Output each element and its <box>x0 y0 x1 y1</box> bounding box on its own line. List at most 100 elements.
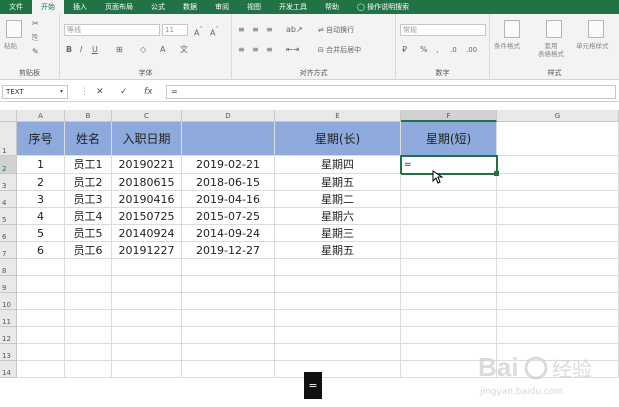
fill-color-icon[interactable]: ◇ <box>140 44 146 56</box>
cell-a2[interactable]: 1 <box>17 156 65 174</box>
column-header-e[interactable]: E <box>275 110 401 122</box>
cell-b12[interactable] <box>65 327 112 344</box>
row-header-14[interactable]: 14 <box>0 361 17 378</box>
row-header-6[interactable]: 6 <box>0 225 17 242</box>
cell-styles-icon[interactable] <box>588 20 604 38</box>
phonetic-icon[interactable]: 文 <box>180 44 188 56</box>
number-format-select[interactable]: 常规 <box>400 24 486 36</box>
cell-b11[interactable] <box>65 310 112 327</box>
tab-file[interactable]: 文件 <box>0 0 32 14</box>
cell-d13[interactable] <box>182 344 275 361</box>
formula-input[interactable]: = <box>166 85 616 99</box>
format-painter-icon[interactable]: ✎ <box>32 46 39 58</box>
cell-a10[interactable] <box>17 293 65 310</box>
cell-e3[interactable]: 星期五 <box>275 174 401 191</box>
cell-f2[interactable]: = <box>400 155 498 175</box>
cell-d14[interactable] <box>182 361 275 378</box>
cell-g9[interactable] <box>497 276 619 293</box>
conditional-format-label[interactable]: 条件格式 <box>494 42 520 50</box>
cell-d8[interactable] <box>182 259 275 276</box>
row-header-13[interactable]: 13 <box>0 344 17 361</box>
cell-e4[interactable]: 星期二 <box>275 191 401 208</box>
paste-label[interactable]: 粘贴 <box>4 42 17 50</box>
cell-g2[interactable] <box>497 156 619 174</box>
name-box-dropdown-icon[interactable]: ▾ <box>60 85 63 99</box>
cell-b9[interactable] <box>65 276 112 293</box>
font-name-select[interactable]: 等线 <box>64 24 160 36</box>
cell-d2[interactable]: 2019-02-21 <box>182 156 275 174</box>
row-header-9[interactable]: 9 <box>0 276 17 293</box>
cell-g1[interactable] <box>497 122 619 156</box>
cell-a7[interactable]: 6 <box>17 242 65 259</box>
cell-e12[interactable] <box>275 327 401 344</box>
cell-d9[interactable] <box>182 276 275 293</box>
cell-f11[interactable] <box>401 310 497 327</box>
tell-me-search[interactable]: ◯ 操作说明搜索 <box>348 0 418 14</box>
cell-c6[interactable]: 20140924 <box>112 225 182 242</box>
cell-e11[interactable] <box>275 310 401 327</box>
select-all-button[interactable] <box>0 110 17 122</box>
cell-a1[interactable]: 序号 <box>17 122 65 156</box>
cell-a3[interactable]: 2 <box>17 174 65 191</box>
fill-handle[interactable] <box>494 171 499 176</box>
cell-a11[interactable] <box>17 310 65 327</box>
borders-icon[interactable]: ⊞ <box>116 44 123 56</box>
align-right-icon[interactable]: ≡ <box>266 44 273 56</box>
cell-d11[interactable] <box>182 310 275 327</box>
cut-icon[interactable]: ✂ <box>32 18 39 30</box>
align-top-icon[interactable]: ≡ <box>238 24 245 36</box>
orientation-icon[interactable]: ab↗ <box>286 24 303 36</box>
name-box[interactable]: TEXT <box>2 85 68 99</box>
tab-formulas[interactable]: 公式 <box>142 0 174 14</box>
decrease-font-icon[interactable]: Aˇ <box>210 24 219 40</box>
row-header-10[interactable]: 10 <box>0 293 17 310</box>
cell-c13[interactable] <box>112 344 182 361</box>
cell-b13[interactable] <box>65 344 112 361</box>
tab-page-layout[interactable]: 页面布局 <box>96 0 142 14</box>
cell-a14[interactable] <box>17 361 65 378</box>
indent-icon[interactable]: ⇤⇥ <box>286 44 299 56</box>
table-format-label[interactable]: 套用 表格格式 <box>538 42 564 58</box>
tab-help[interactable]: 帮助 <box>316 0 348 14</box>
cell-e7[interactable]: 星期五 <box>275 242 401 259</box>
cell-c7[interactable]: 20191227 <box>112 242 182 259</box>
cell-c8[interactable] <box>112 259 182 276</box>
row-header-11[interactable]: 11 <box>0 310 17 327</box>
cancel-icon[interactable]: ✕ <box>96 85 104 99</box>
column-header-b[interactable]: B <box>65 110 112 122</box>
cell-b1[interactable]: 姓名 <box>65 122 112 156</box>
enter-icon[interactable]: ✓ <box>120 85 128 99</box>
cell-c11[interactable] <box>112 310 182 327</box>
column-header-c[interactable]: C <box>112 110 182 122</box>
cell-e14[interactable] <box>275 361 401 378</box>
tab-home[interactable]: 开始 <box>32 0 64 14</box>
cell-f6[interactable] <box>401 225 497 242</box>
increase-font-icon[interactable]: Aˆ <box>194 24 203 40</box>
paste-icon[interactable] <box>6 20 22 38</box>
decimal-decrease-icon[interactable]: .00 <box>466 44 477 56</box>
cell-d1[interactable] <box>182 122 275 156</box>
tab-insert[interactable]: 插入 <box>64 0 96 14</box>
cell-e2[interactable]: 星期四 <box>275 156 401 174</box>
cell-d3[interactable]: 2018-06-15 <box>182 174 275 191</box>
cell-g11[interactable] <box>497 310 619 327</box>
cell-b2[interactable]: 员工1 <box>65 156 112 174</box>
cell-c9[interactable] <box>112 276 182 293</box>
insert-function-icon[interactable]: fx <box>144 85 153 99</box>
tab-developer[interactable]: 开发工具 <box>270 0 316 14</box>
cell-b5[interactable]: 员工4 <box>65 208 112 225</box>
cell-c14[interactable] <box>112 361 182 378</box>
row-header-4[interactable]: 4 <box>0 191 17 208</box>
cell-e6[interactable]: 星期三 <box>275 225 401 242</box>
cell-a8[interactable] <box>17 259 65 276</box>
cell-e5[interactable]: 星期六 <box>275 208 401 225</box>
cell-d4[interactable]: 2019-04-16 <box>182 191 275 208</box>
cell-f10[interactable] <box>401 293 497 310</box>
comma-icon[interactable]: , <box>436 44 439 56</box>
cell-c5[interactable]: 20150725 <box>112 208 182 225</box>
cell-styles-label[interactable]: 单元格样式 <box>576 42 609 50</box>
underline-button[interactable]: U <box>92 44 98 56</box>
row-header-8[interactable]: 8 <box>0 259 17 276</box>
cell-e13[interactable] <box>275 344 401 361</box>
column-header-f[interactable]: F <box>401 110 497 122</box>
